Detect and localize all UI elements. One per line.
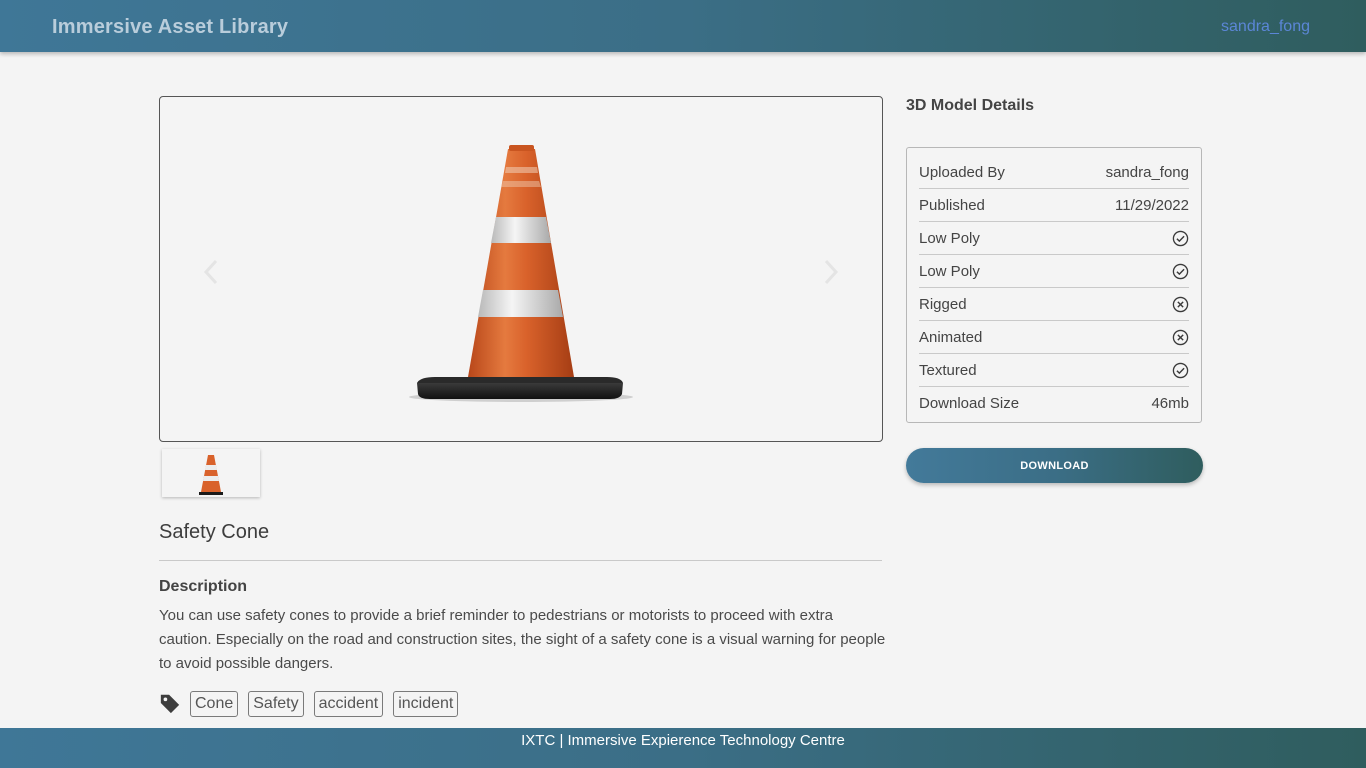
detail-row-low-poly: Low Poly <box>919 222 1189 255</box>
tag-list: Cone Safety accident incident <box>159 690 468 718</box>
detail-label: Animated <box>919 328 983 346</box>
detail-label: Textured <box>919 361 977 379</box>
footer-text: IXTC | Immersive Expierence Technology C… <box>521 732 845 749</box>
footer: IXTC | Immersive Expierence Technology C… <box>0 728 1366 768</box>
detail-label: Rigged <box>919 295 967 313</box>
chevron-right-icon <box>824 259 839 285</box>
traffic-cone-image <box>409 145 633 402</box>
traffic-cone-thumbnail <box>199 455 223 495</box>
detail-row-low-poly: Low Poly <box>919 255 1189 288</box>
details-table: Uploaded By sandra_fong Published 11/29/… <box>906 147 1202 423</box>
tag-incident[interactable]: incident <box>393 691 459 717</box>
tag-icon <box>160 694 180 714</box>
download-button[interactable]: DOWNLOAD <box>906 448 1203 483</box>
divider <box>159 560 882 561</box>
detail-row-published: Published 11/29/2022 <box>919 189 1189 222</box>
x-circle-icon <box>1172 296 1189 312</box>
detail-row-rigged: Rigged <box>919 288 1189 321</box>
next-image-button[interactable] <box>818 257 842 287</box>
detail-row-textured: Textured <box>919 354 1189 387</box>
app-title[interactable]: Immersive Asset Library <box>52 16 288 39</box>
check-circle-icon <box>1172 263 1189 279</box>
detail-value: sandra_fong <box>1105 163 1189 181</box>
details-heading: 3D Model Details <box>906 97 1035 114</box>
asset-title: Safety Cone <box>159 521 270 543</box>
detail-label: Uploaded By <box>919 163 1005 181</box>
description-heading: Description <box>159 578 248 595</box>
detail-label: Published <box>919 196 985 214</box>
detail-label: Download Size <box>919 394 1020 412</box>
detail-label: Low Poly <box>919 229 980 247</box>
model-viewer[interactable] <box>159 96 883 442</box>
chevron-left-icon <box>203 259 218 285</box>
detail-value: 46mb <box>1151 394 1189 412</box>
x-circle-icon <box>1172 329 1189 345</box>
detail-row-animated: Animated <box>919 321 1189 354</box>
detail-value: 11/29/2022 <box>1115 196 1189 214</box>
top-bar: Immersive Asset Library sandra_fong <box>0 0 1366 52</box>
detail-row-uploaded-by: Uploaded By sandra_fong <box>919 156 1189 189</box>
user-menu-link[interactable]: sandra_fong <box>1221 18 1310 36</box>
detail-label: Low Poly <box>919 262 980 280</box>
check-circle-icon <box>1172 230 1189 246</box>
description-text: You can use safety cones to provide a br… <box>159 607 886 672</box>
tag-safety[interactable]: Safety <box>248 691 304 717</box>
previous-image-button[interactable] <box>200 257 224 287</box>
check-circle-icon <box>1172 362 1189 378</box>
detail-row-download-size: Download Size 46mb <box>919 387 1189 419</box>
tag-accident[interactable]: accident <box>313 691 384 717</box>
tag-cone[interactable]: Cone <box>190 691 239 717</box>
thumbnail-image[interactable] <box>162 449 260 497</box>
